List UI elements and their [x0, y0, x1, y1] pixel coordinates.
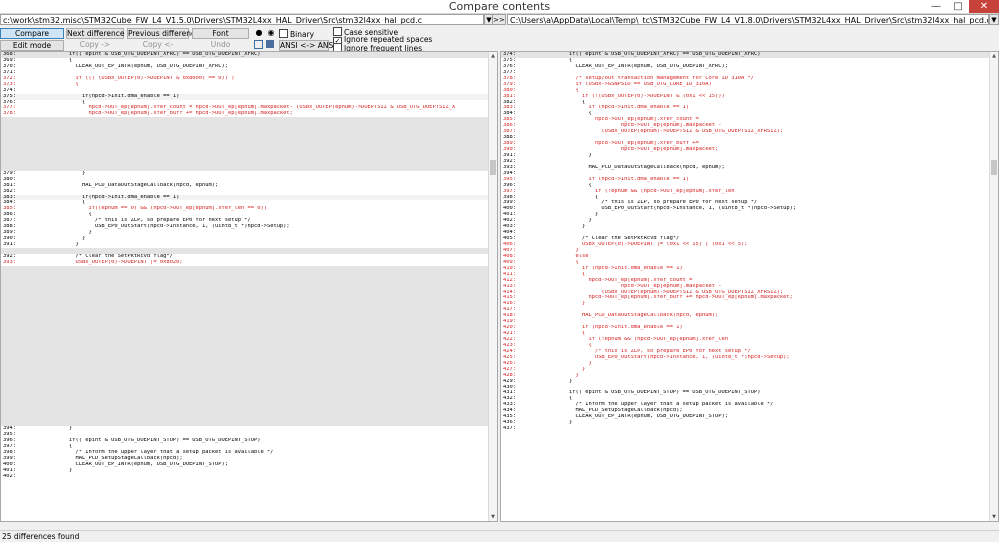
- code-line[interactable]: 402:: [1, 474, 489, 480]
- window-icon[interactable]: [254, 40, 263, 49]
- encoding-button[interactable]: ANSI <-> ANSI: [279, 40, 335, 51]
- binary-label: Binary: [290, 30, 315, 39]
- path-row: c:\work\stm32.misc\STM32Cube_FW_L4_V1.5.…: [0, 14, 999, 26]
- scroll-up-arrow-icon[interactable]: ▲: [489, 52, 497, 60]
- line-number: 402:: [3, 473, 16, 479]
- next-difference-button[interactable]: Next difference: [66, 28, 125, 39]
- scroll-up-arrow-icon[interactable]: ▲: [990, 52, 998, 60]
- right-code-pane[interactable]: 374: if(( epint & USB_OTG_DOEPINT_XFRC) …: [500, 51, 999, 522]
- binoculars-icon[interactable]: ●: [254, 28, 264, 38]
- window-title: Compare contents: [448, 0, 551, 13]
- right-path-dropdown[interactable]: ▼: [989, 14, 999, 25]
- compare-button[interactable]: Compare: [0, 28, 64, 39]
- maximize-button[interactable]: □: [947, 0, 969, 13]
- title-bar: Compare contents — □ ✕: [0, 0, 999, 14]
- scroll-down-arrow-icon[interactable]: ▼: [990, 513, 998, 521]
- left-code-pane[interactable]: 368: if(( epint & USB_OTG_DOEPINT_XFRC) …: [0, 51, 498, 522]
- right-scroll-thumb[interactable]: [991, 160, 997, 175]
- right-path-field[interactable]: C:\Users\a\AppData\Local\Temp\_tc\STM32C…: [507, 14, 989, 25]
- code-line[interactable]: 437:: [501, 426, 990, 432]
- line-number: 437:: [503, 426, 516, 432]
- minimize-button[interactable]: —: [925, 0, 947, 13]
- left-code-lines: 368: if(( epint & USB_OTG_DOEPINT_XFRC) …: [1, 52, 489, 480]
- left-vertical-scrollbar[interactable]: ▲ ▼: [488, 52, 497, 521]
- right-vertical-scrollbar[interactable]: ▲ ▼: [989, 52, 998, 521]
- status-bar: 25 differences found: [0, 530, 999, 542]
- font-button[interactable]: Font: [192, 28, 249, 39]
- browse-button[interactable]: >>: [492, 14, 506, 25]
- scroll-down-arrow-icon[interactable]: ▼: [489, 513, 497, 521]
- undo-button[interactable]: Undo: [192, 40, 249, 50]
- copy-right-button[interactable]: Copy ->: [66, 40, 124, 50]
- left-scroll-thumb[interactable]: [490, 160, 496, 175]
- status-text: 25 differences found: [2, 532, 80, 541]
- close-button[interactable]: ✕: [969, 0, 999, 13]
- binary-checkbox[interactable]: Binary: [279, 29, 314, 39]
- left-path-field[interactable]: c:\work\stm32.misc\STM32Cube_FW_L4_V1.5.…: [0, 14, 484, 25]
- binoculars-next-icon[interactable]: ◉: [266, 28, 276, 38]
- copy-left-button[interactable]: Copy <-: [127, 40, 189, 50]
- previous-difference-button[interactable]: Previous difference: [127, 28, 200, 39]
- save-icon[interactable]: [266, 40, 274, 48]
- edit-mode-button[interactable]: Edit mode: [0, 40, 64, 51]
- right-code-lines: 374: if(( epint & USB_OTG_DOEPINT_XFRC) …: [501, 52, 990, 432]
